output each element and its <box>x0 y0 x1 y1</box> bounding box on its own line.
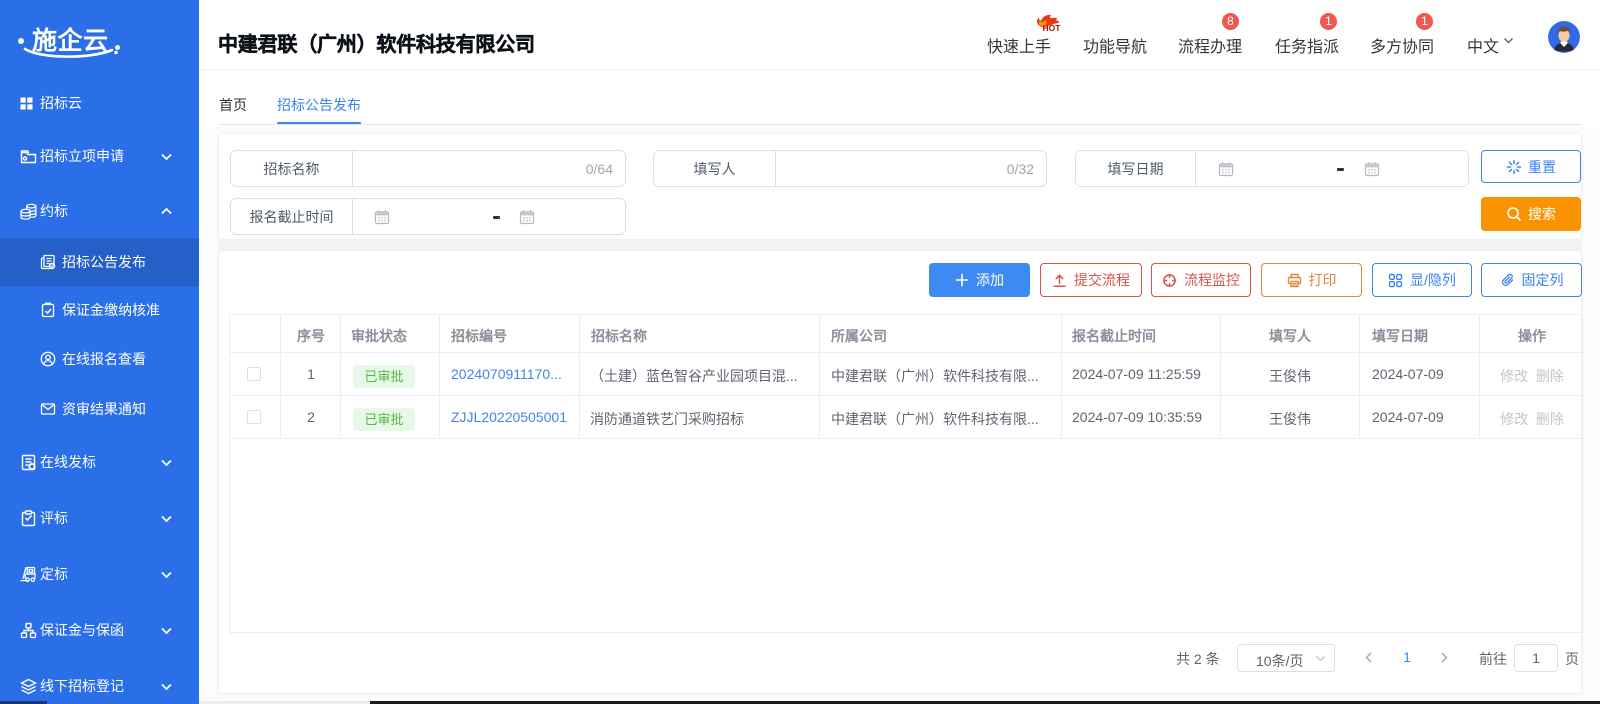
svg-text:HOT: HOT <box>1043 23 1062 32</box>
